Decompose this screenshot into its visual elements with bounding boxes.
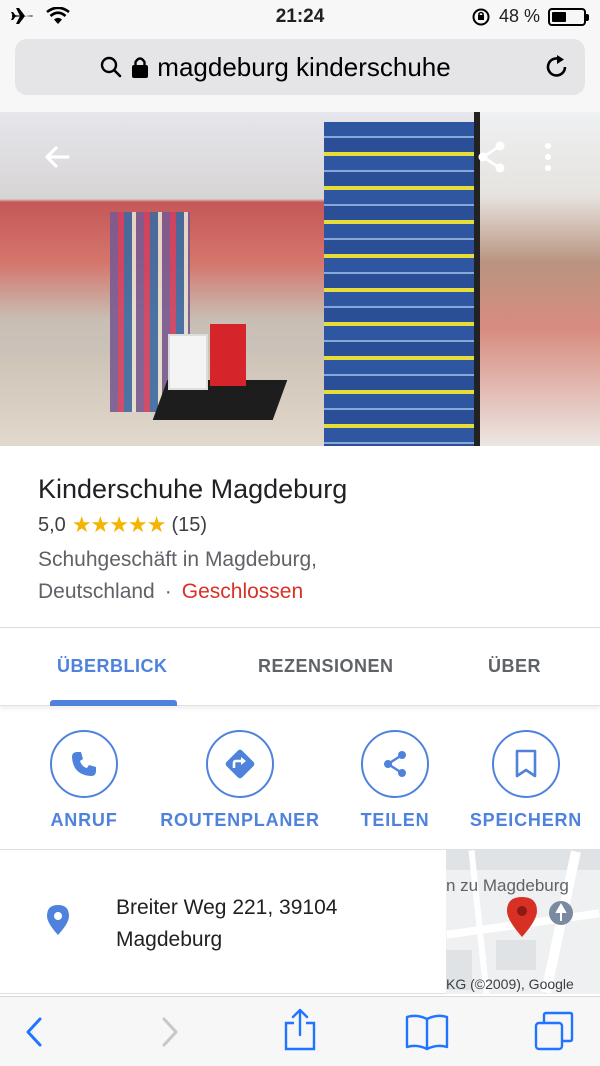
tab-about[interactable]: ÜBER [488, 656, 541, 677]
map-pin-icon [507, 897, 537, 937]
tab-bar: ÜBERBLICK REZENSIONEN ÜBER [0, 628, 600, 706]
directions-label: ROUTENPLANER [160, 810, 320, 830]
reload-icon[interactable] [543, 53, 571, 81]
back-icon[interactable] [22, 1015, 48, 1049]
open-status: Geschlossen [181, 580, 304, 603]
map-thumbnail[interactable]: n zu Magdeburg KG (©2009), Google [446, 850, 600, 994]
battery-fill [552, 11, 567, 22]
share-icon [384, 751, 406, 777]
place-title: Kinderschuhe Magdeburg [38, 474, 348, 504]
address-bar[interactable]: magdeburg kinderschuhe [15, 39, 585, 95]
photo-red-chair [210, 324, 246, 386]
orientation-lock-icon [472, 8, 490, 25]
review-count: (15) [171, 513, 208, 536]
tabs-icon[interactable] [532, 1011, 576, 1051]
share-sheet-icon[interactable] [282, 1007, 318, 1051]
bookmarks-icon[interactable] [404, 1013, 450, 1051]
phone-icon [72, 752, 96, 776]
lock-icon [132, 57, 149, 78]
tab-overview[interactable]: ÜBERBLICK [57, 656, 168, 677]
save-label: SPEICHERN [469, 810, 583, 830]
place-header: Kinderschuhe Magdeburg 5,0 ★★★★★ (15) Sc… [0, 446, 600, 628]
photo-shoe-boxes [324, 122, 474, 446]
action-buttons: ANRUF ROUTENPLANER TEILEN SPEICHERN [0, 708, 600, 850]
map-poi-icon [549, 901, 573, 925]
directions-button[interactable]: ROUTENPLANER [154, 730, 326, 831]
share-icon[interactable] [476, 140, 508, 174]
map-block [496, 940, 536, 970]
place-country: Deutschland [38, 580, 155, 603]
more-options-icon[interactable] [540, 140, 556, 174]
rating-value: 5,0 [38, 513, 66, 536]
url-text: magdeburg kinderschuhe [157, 51, 451, 82]
bookmark-icon [515, 749, 537, 778]
rating-row[interactable]: 5,0 ★★★★★ (15) [38, 512, 207, 538]
browser-toolbar [0, 996, 600, 1066]
star-rating-icon: ★★★★★ [71, 512, 167, 537]
status-bar: 21:24 48 % [0, 0, 600, 34]
address-text: Breiter Weg 221, 39104 Magdeburg [116, 892, 337, 956]
separator: · [164, 580, 172, 603]
address-row[interactable]: Breiter Weg 221, 39104 Magdeburg n zu Ma… [0, 850, 600, 994]
directions-icon [225, 749, 255, 779]
photo-white-chair [168, 334, 208, 390]
active-tab-indicator [50, 700, 177, 706]
address-line-1: Breiter Weg 221, 39104 [116, 896, 338, 919]
tab-reviews[interactable]: REZENSIONEN [258, 656, 394, 677]
map-copyright: KG (©2009), Google [446, 976, 574, 992]
back-arrow-icon[interactable] [40, 140, 74, 174]
browser-chrome: magdeburg kinderschuhe [0, 34, 600, 112]
battery-icon [548, 7, 589, 26]
share-label: TEILEN [360, 810, 430, 830]
search-icon [101, 56, 122, 78]
place-photo-carousel[interactable] [0, 112, 600, 446]
battery-percent: 48 % [498, 6, 540, 26]
share-button[interactable]: TEILEN [358, 730, 432, 831]
place-category: Schuhgeschäft in Magdeburg, Deutschland ·… [38, 544, 578, 608]
call-label: ANRUF [50, 810, 118, 830]
call-button[interactable]: ANRUF [48, 730, 120, 831]
map-label: n zu Magdeburg [446, 876, 569, 895]
category-line: Schuhgeschäft in Magdeburg, [38, 548, 318, 571]
forward-icon[interactable] [156, 1015, 182, 1049]
save-button[interactable]: SPEICHERN [466, 730, 586, 831]
address-line-2: Magdeburg [116, 928, 223, 951]
location-pin-icon [47, 905, 69, 935]
